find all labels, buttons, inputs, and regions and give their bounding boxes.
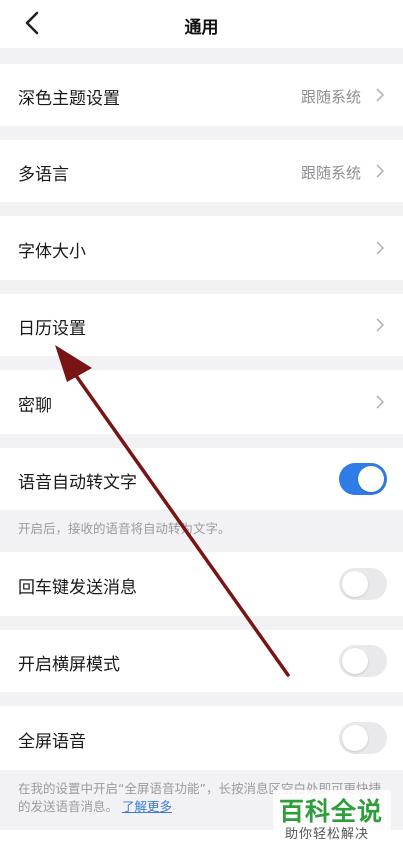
setting-label: 日历设置 bbox=[18, 319, 86, 339]
setting-value: 跟随系统 bbox=[300, 164, 361, 182]
setting-secret-chat[interactable]: 密聊 bbox=[0, 370, 403, 434]
setting-label: 语音自动转文字 bbox=[18, 473, 137, 493]
setting-label: 多语言 bbox=[18, 165, 69, 185]
setting-voice-to-text: 语音自动转文字 bbox=[0, 448, 403, 510]
voice-to-text-toggle[interactable] bbox=[339, 463, 387, 495]
fullscreen-voice-toggle[interactable] bbox=[339, 722, 387, 754]
chevron-right-icon bbox=[376, 241, 385, 255]
setting-label: 开启横屏模式 bbox=[18, 655, 120, 675]
setting-label: 密聊 bbox=[18, 396, 52, 416]
toggle-knob bbox=[342, 571, 368, 597]
chevron-right-icon bbox=[376, 395, 385, 409]
chevron-right-icon bbox=[376, 88, 385, 102]
toggle-knob bbox=[358, 466, 384, 492]
setting-language[interactable]: 多语言 跟随系统 bbox=[0, 140, 403, 202]
enter-send-toggle[interactable] bbox=[339, 568, 387, 600]
setting-fullscreen-voice: 全屏语音 bbox=[0, 706, 403, 770]
toggle-knob bbox=[342, 725, 368, 751]
setting-label: 全屏语音 bbox=[18, 732, 86, 752]
setting-font-size[interactable]: 字体大小 bbox=[0, 216, 403, 280]
toggle-knob bbox=[342, 648, 368, 674]
watermark: 百科全说 助你轻松解决 bbox=[273, 790, 391, 846]
setting-value: 跟随系统 bbox=[300, 88, 361, 106]
watermark-subtitle: 助你轻松解决 bbox=[285, 827, 370, 842]
setting-label: 回车键发送消息 bbox=[18, 578, 137, 598]
learn-more-link[interactable]: 了解更多 bbox=[122, 799, 172, 814]
setting-enter-send: 回车键发送消息 bbox=[0, 552, 403, 616]
voice-to-text-hint: 开启后，接收的语音将自动转为文字。 bbox=[18, 521, 231, 536]
setting-label: 字体大小 bbox=[18, 242, 86, 262]
chevron-right-icon bbox=[376, 164, 385, 178]
landscape-toggle[interactable] bbox=[339, 645, 387, 677]
page-title: 通用 bbox=[184, 18, 219, 38]
setting-landscape: 开启横屏模式 bbox=[0, 630, 403, 692]
top-bar: 通用 bbox=[0, 0, 403, 48]
setting-calendar[interactable]: 日历设置 bbox=[0, 294, 403, 356]
setting-label: 深色主题设置 bbox=[18, 89, 120, 109]
chevron-right-icon bbox=[376, 318, 385, 332]
setting-dark-theme[interactable]: 深色主题设置 跟随系统 bbox=[0, 64, 403, 126]
